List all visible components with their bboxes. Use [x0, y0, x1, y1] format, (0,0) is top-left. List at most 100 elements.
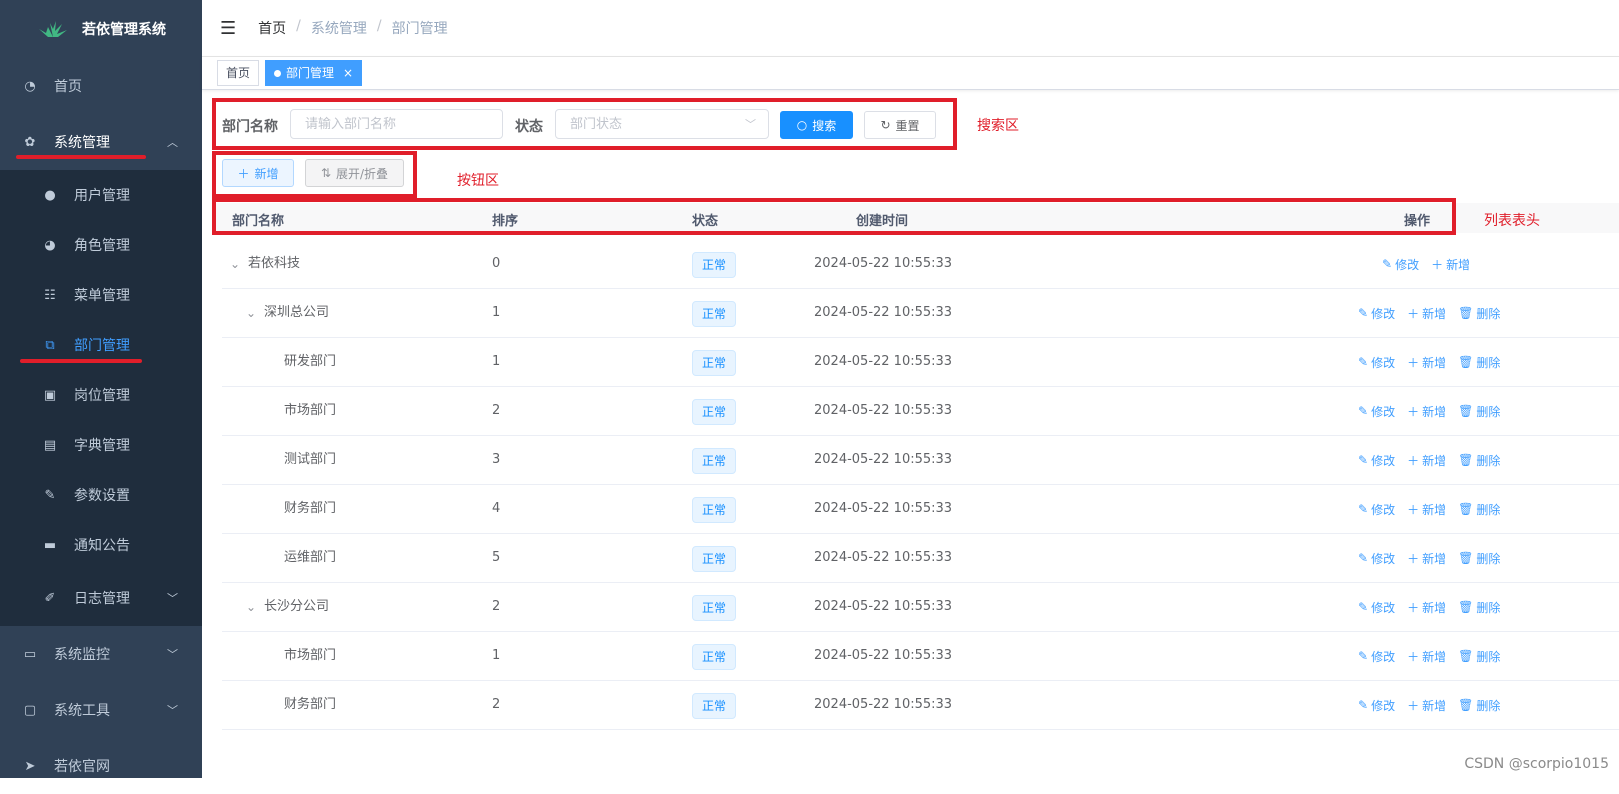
order-cell: 1 [492, 648, 501, 663]
dept-name-cell: 研发部门 [284, 354, 337, 369]
edit-button[interactable]: ✎ 修改 [1358, 648, 1395, 665]
sidebar-item-label: 系统工具 [54, 703, 110, 719]
edit-icon: ✎ [44, 487, 56, 503]
sidebar-item-guide[interactable]: ➤ 若依官网 [0, 738, 202, 794]
add-child-button[interactable]: ＋新增 [1407, 501, 1446, 518]
status-badge: 正常 [692, 399, 737, 425]
sidebar-item-tool[interactable]: ▢ 系统工具 ﹀ [0, 682, 202, 738]
add-child-button[interactable]: ＋新增 [1407, 403, 1446, 420]
table-row: 市场部门 2 正常 2024-05-22 10:55:33 ✎ 修改 ＋新增 🗑 删除 [222, 387, 1619, 436]
add-child-button[interactable]: ＋新增 [1407, 305, 1446, 322]
add-child-button[interactable]: ＋新增 [1407, 697, 1446, 714]
add-child-button[interactable]: ＋新增 [1407, 452, 1446, 469]
sidebar-item-label: 菜单管理 [74, 288, 130, 304]
edit-button[interactable]: ✎ 修改 [1358, 501, 1395, 518]
created-time-cell: 2024-05-22 10:55:33 [814, 550, 953, 565]
edit-button[interactable]: ✎ 修改 [1358, 452, 1395, 469]
tag-dept[interactable]: 部门管理 × [265, 60, 363, 86]
edit-button[interactable]: ✎ 修改 [1358, 697, 1395, 714]
add-child-button[interactable]: ＋新增 [1431, 256, 1470, 273]
active-dot-icon [274, 69, 282, 77]
add-child-button[interactable]: ＋新增 [1407, 354, 1446, 371]
edit-button[interactable]: ✎ 修改 [1358, 305, 1395, 322]
action-label: 删除 [1476, 453, 1501, 468]
order-cell: 5 [492, 550, 501, 565]
button-area-highlight [212, 151, 417, 198]
action-label: 新增 [1422, 404, 1447, 419]
expand-chevron-icon[interactable]: ⌄ [246, 583, 256, 631]
delete-button[interactable]: 🗑 删除 [1458, 550, 1500, 567]
action-label: 修改 [1371, 453, 1396, 468]
sidebar-item-post[interactable]: ▣ 岗位管理 [0, 370, 202, 420]
status-badge: 正常 [692, 448, 737, 474]
dashboard-icon: ◔ [24, 78, 36, 94]
delete-button[interactable]: 🗑 删除 [1458, 305, 1500, 322]
dept-name-cell: 若依科技 [248, 256, 301, 271]
app-logo[interactable]: 若依管理系统 [0, 0, 202, 58]
sidebar-item-log[interactable]: ✐ 日志管理 ﹀ [0, 570, 202, 626]
breadcrumb-item[interactable]: 系统管理 [311, 18, 367, 38]
dept-name-cell: 市场部门 [284, 403, 337, 418]
close-icon[interactable]: × [343, 61, 353, 85]
sidebar-item-dict[interactable]: ▤ 字典管理 [0, 420, 202, 470]
edit-button[interactable]: ✎ 修改 [1358, 354, 1395, 371]
breadcrumb-separator: / [376, 18, 382, 34]
hamburger-icon[interactable]: ☰ [220, 18, 236, 39]
delete-button[interactable]: 🗑 删除 [1458, 501, 1500, 518]
tag-home[interactable]: 首页 [217, 60, 260, 86]
status-badge: 正常 [692, 546, 737, 572]
peoples-icon: ◕ [44, 237, 56, 253]
delete-button[interactable]: 🗑 删除 [1458, 403, 1500, 420]
sidebar-item-user[interactable]: ● 用户管理 [0, 170, 202, 220]
table-row: ⌄ 若依科技 0 正常 2024-05-22 10:55:33 ✎ 修改 ＋新增 [222, 240, 1619, 289]
table-header-highlight [212, 198, 1456, 235]
expand-chevron-icon[interactable]: ⌄ [230, 240, 240, 288]
row-actions: ✎ 修改 ＋新增 🗑 删除 [1358, 289, 1500, 337]
created-time-cell: 2024-05-22 10:55:33 [814, 599, 953, 614]
chevron-up-icon: ︿ [167, 136, 178, 149]
created-time-cell: 2024-05-22 10:55:33 [814, 648, 953, 663]
sidebar-item-menu[interactable]: ☷ 菜单管理 [0, 270, 202, 320]
add-child-button[interactable]: ＋新增 [1407, 599, 1446, 616]
edit-icon: ✎ [1358, 306, 1369, 320]
expand-chevron-icon[interactable]: ⌄ [246, 289, 256, 337]
breadcrumb-item[interactable]: 首页 [258, 18, 286, 38]
dict-icon: ▤ [43, 437, 57, 453]
edit-icon: ✎ [1358, 453, 1369, 467]
sidebar-item-home[interactable]: ◔ 首页 [0, 58, 202, 114]
order-cell: 1 [492, 305, 501, 320]
action-label: 新增 [1422, 600, 1447, 615]
plus-icon: ＋ [1407, 355, 1420, 370]
edit-button[interactable]: ✎ 修改 [1382, 256, 1419, 273]
action-label: 新增 [1422, 502, 1447, 517]
tree-icon: ⧉ [45, 337, 55, 353]
edit-button[interactable]: ✎ 修改 [1358, 599, 1395, 616]
sidebar-item-label: 参数设置 [74, 488, 130, 504]
created-time-cell: 2024-05-22 10:55:33 [814, 305, 953, 320]
delete-button[interactable]: 🗑 删除 [1458, 697, 1500, 714]
sidebar-item-monitor[interactable]: ▭ 系统监控 ﹀ [0, 626, 202, 682]
edit-button[interactable]: ✎ 修改 [1358, 550, 1395, 567]
delete-button[interactable]: 🗑 删除 [1458, 452, 1500, 469]
dept-name-cell: 财务部门 [284, 501, 337, 516]
trash-icon: 🗑 [1458, 698, 1474, 712]
delete-button[interactable]: 🗑 删除 [1458, 648, 1500, 665]
sidebar-item-label: 若依官网 [54, 759, 110, 775]
created-time-cell: 2024-05-22 10:55:33 [814, 697, 953, 712]
sidebar-item-label: 系统监控 [54, 647, 110, 663]
sidebar-item-system[interactable]: ✿ 系统管理 ︿ [0, 114, 202, 170]
add-child-button[interactable]: ＋新增 [1407, 550, 1446, 567]
row-actions: ✎ 修改 ＋新增 🗑 删除 [1358, 534, 1500, 582]
sidebar-item-config[interactable]: ✎ 参数设置 [0, 470, 202, 520]
table-row: 测试部门 3 正常 2024-05-22 10:55:33 ✎ 修改 ＋新增 🗑 删除 [222, 436, 1619, 485]
delete-button[interactable]: 🗑 删除 [1458, 599, 1500, 616]
logo-icon [39, 21, 67, 37]
delete-button[interactable]: 🗑 删除 [1458, 354, 1500, 371]
sidebar-item-label: 日志管理 [74, 591, 130, 607]
add-child-button[interactable]: ＋新增 [1407, 648, 1446, 665]
sidebar-item-role[interactable]: ◕ 角色管理 [0, 220, 202, 270]
action-label: 修改 [1371, 600, 1396, 615]
sidebar-item-notice[interactable]: ▬ 通知公告 [0, 520, 202, 570]
edit-button[interactable]: ✎ 修改 [1358, 403, 1395, 420]
plus-icon: ＋ [1407, 551, 1420, 566]
